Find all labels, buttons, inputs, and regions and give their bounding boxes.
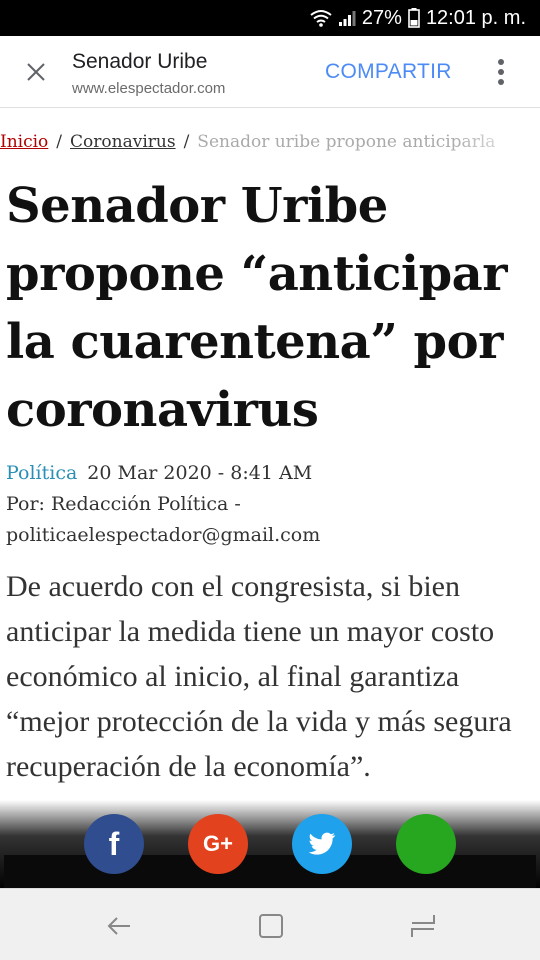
section-link[interactable]: Política xyxy=(6,462,77,484)
author-byline: Por: Redacción Política - politicaelespe… xyxy=(6,493,321,546)
more-options-button[interactable] xyxy=(488,56,514,88)
clock: 12:01 p. m. xyxy=(425,6,526,29)
close-icon xyxy=(27,63,45,81)
share-bar-strip xyxy=(4,855,536,888)
article-headline: Senador Uribe propone “anticipar la cuar… xyxy=(6,178,508,438)
twitter-bird-icon xyxy=(308,832,336,855)
battery-icon xyxy=(408,8,420,28)
back-arrow-icon xyxy=(107,917,130,935)
battery-percent: 27% xyxy=(361,6,402,29)
article-lead: De acuerdo con el congresista, si bien a… xyxy=(6,570,512,783)
breadcrumb-fade xyxy=(450,128,540,158)
page-url: www.elespectador.com xyxy=(72,80,226,97)
breadcrumb-separator: / xyxy=(56,132,63,152)
back-button[interactable] xyxy=(104,911,134,941)
signal-icon xyxy=(338,11,356,26)
google-plus-share-button[interactable]: G+ xyxy=(188,814,248,874)
breadcrumb-section-link[interactable]: Coronavirus xyxy=(70,132,176,152)
wifi-icon xyxy=(310,10,332,27)
navigation-bar xyxy=(0,888,540,960)
page-title: Senador Uribe xyxy=(72,50,208,73)
google-plus-icon: G+ xyxy=(203,831,233,856)
article-meta: Política 20 Mar 2020 - 8:41 AM Por: Redac… xyxy=(6,458,536,551)
status-bar: 27% 12:01 p. m. xyxy=(0,0,540,36)
breadcrumb-separator: / xyxy=(183,132,190,152)
close-button[interactable] xyxy=(18,54,54,90)
whatsapp-share-button[interactable] xyxy=(396,814,456,874)
facebook-share-button[interactable]: f xyxy=(84,814,144,874)
publish-date: 20 Mar 2020 - 8:41 AM xyxy=(87,462,313,484)
home-button[interactable] xyxy=(256,911,286,941)
facebook-icon: f xyxy=(108,825,120,862)
recent-apps-button[interactable] xyxy=(408,911,438,941)
browser-toolbar: Senador Uribe www.elespectador.com COMPA… xyxy=(0,36,540,108)
more-vert-icon xyxy=(498,59,504,85)
recent-apps-icon xyxy=(411,915,435,937)
twitter-share-button[interactable] xyxy=(292,814,352,874)
share-button[interactable]: COMPARTIR xyxy=(325,60,452,84)
home-square-icon xyxy=(259,914,283,938)
breadcrumb-home-link[interactable]: Inicio xyxy=(0,132,48,152)
